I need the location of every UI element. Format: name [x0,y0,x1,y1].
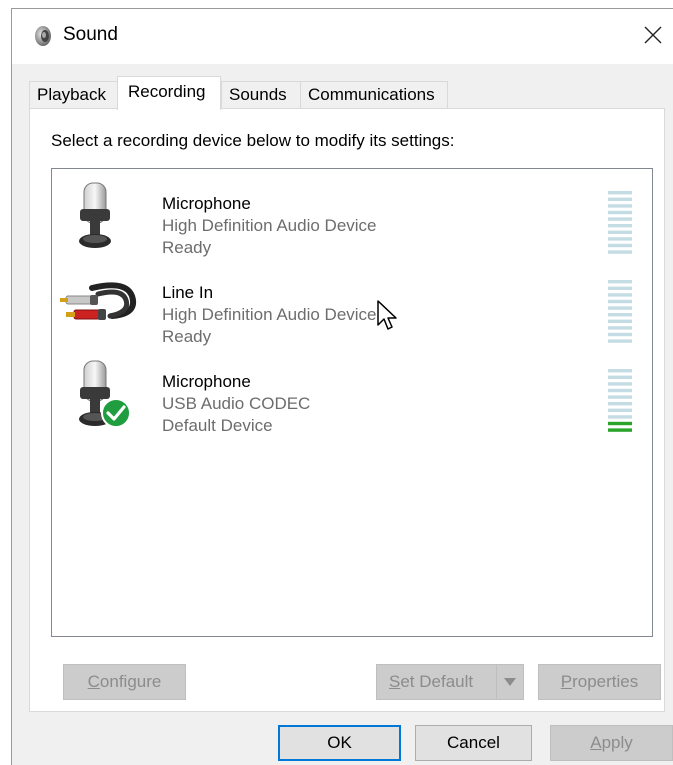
meter-segment [608,369,632,373]
meter-segment [608,237,632,241]
meter-segment [608,286,632,290]
line-in-rca-icon [60,282,136,320]
recording-device-list[interactable]: Microphone High Definition Audio Device … [51,168,653,637]
dropdown-arrow-icon [504,678,516,686]
mouse-cursor-icon [377,300,397,330]
recording-panel: Select a recording device below to modif… [29,108,665,712]
close-button[interactable] [633,13,673,57]
set-default-button[interactable]: Set Default [376,664,524,700]
close-icon [644,26,662,44]
tab-sounds[interactable]: Sounds [221,81,301,109]
meter-segment [608,382,632,386]
configure-label: Configure [87,672,162,691]
device-status: Default Device [162,416,273,435]
meter-segment [608,408,632,412]
device-name: Microphone [162,194,251,213]
meter-segment [608,191,632,195]
instruction-text: Select a recording device below to modif… [51,131,455,150]
microphone-default-icon [79,360,131,428]
microphone-icon [79,182,111,248]
meter-segment [608,428,632,432]
meter-segment [608,210,632,215]
device-driver: USB Audio CODEC [162,394,311,413]
tab-recording[interactable]: Recording [117,76,221,110]
ok-button[interactable]: OK [278,725,401,761]
meter-segment [608,230,632,234]
apply-button[interactable]: Apply [550,725,673,761]
meter-segment [608,299,632,304]
device-driver: High Definition Audio Device [162,305,377,324]
device-microphone-usb[interactable]: Microphone USB Audio CODEC Default Devic… [52,355,652,441]
meter-segment [608,250,632,254]
meter-segment [608,306,632,310]
meter-segment [608,217,632,221]
meter-segment [608,388,632,393]
speaker-icon [35,26,51,46]
tab-communications[interactable]: Communications [300,81,448,109]
device-info: Line In High Definition Audio Device Rea… [162,282,377,348]
title-bar[interactable]: Sound [12,9,673,64]
meter-segment [608,339,632,343]
meter-segment [608,415,632,419]
device-name: Microphone [162,372,251,391]
meter-segment [608,375,632,379]
meter-segment [608,293,632,297]
meter-segment [608,197,632,201]
device-status: Ready [162,327,212,346]
meter-segment [608,326,632,330]
meter-segment [608,402,632,406]
set-default-label: Set Default [389,672,474,691]
window-title: Sound [63,24,118,45]
configure-button[interactable]: Configure [63,664,186,700]
properties-button[interactable]: Properties [538,664,661,700]
device-line-in[interactable]: Line In High Definition Audio Device Rea… [52,266,652,352]
level-meter [608,191,632,254]
cancel-button[interactable]: Cancel [415,725,532,761]
meter-segment [608,395,632,399]
device-driver: High Definition Audio Device [162,216,377,235]
meter-segment [608,319,632,323]
meter-segment [608,224,632,228]
tab-playback[interactable]: Playback [29,81,118,109]
meter-segment [608,204,632,208]
device-microphone-hd[interactable]: Microphone High Definition Audio Device … [52,177,652,263]
device-info: Microphone USB Audio CODEC Default Devic… [162,371,310,437]
device-name: Line In [162,283,214,302]
sound-dialog: Sound Playback Recording Sounds Communic… [11,8,673,765]
default-check-icon [101,398,131,428]
meter-segment [608,280,632,284]
set-default-dropdown[interactable] [496,665,523,699]
meter-segment [608,332,632,337]
device-info: Microphone High Definition Audio Device … [162,193,377,259]
meter-segment [608,421,632,426]
device-status: Ready [162,238,212,257]
level-meter [608,280,632,343]
properties-label: Properties [560,672,639,691]
level-meter [608,369,632,432]
meter-segment [608,313,632,317]
meter-segment [608,243,632,248]
apply-label: Apply [590,733,633,752]
